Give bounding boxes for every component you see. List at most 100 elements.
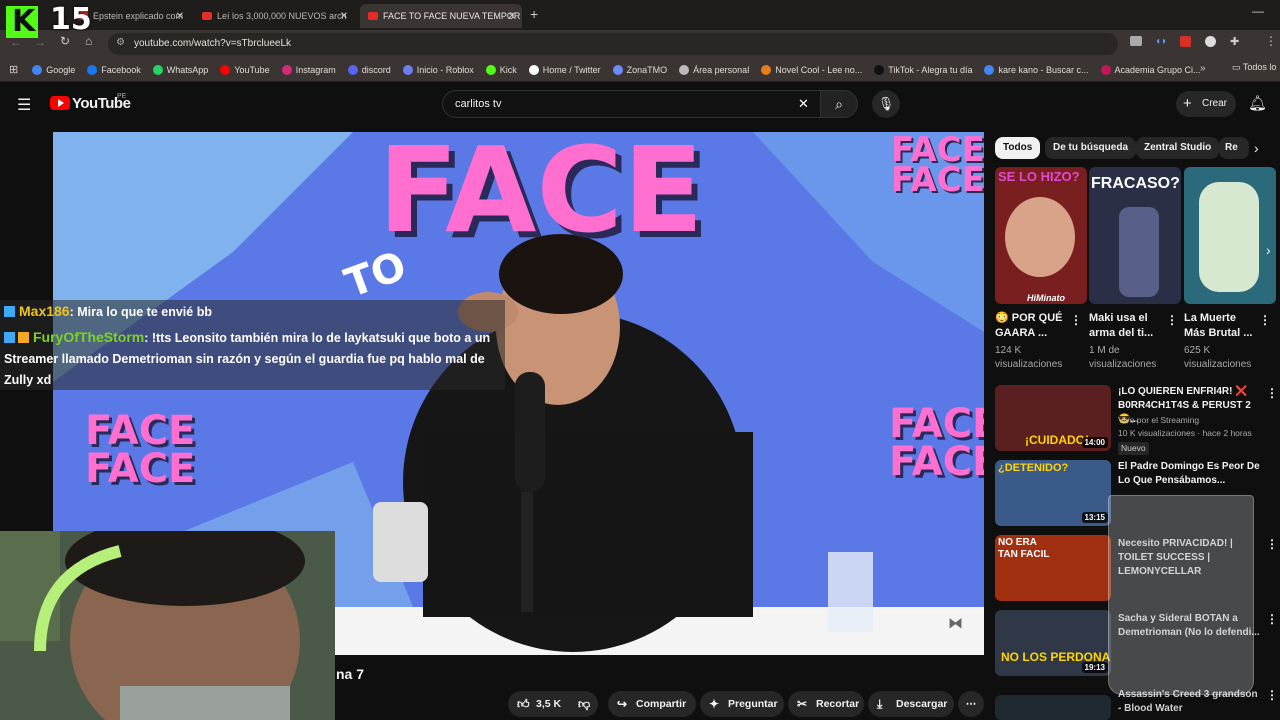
video-menu-icon[interactable]: ⋮ — [1266, 612, 1278, 626]
chips-next-chevron-icon[interactable]: › — [1254, 140, 1259, 156]
streamer-webcam — [0, 531, 335, 720]
like-count[interactable]: 3,5 K — [536, 698, 561, 710]
bookmark-item[interactable]: Inicio - Roblox — [402, 64, 474, 75]
share-icon: ↪ — [617, 697, 628, 711]
bookmark-item[interactable]: ZonaTMO — [612, 64, 667, 75]
search-input[interactable]: carlitos tv ✕ — [442, 90, 822, 118]
close-tab-icon[interactable]: ✕ — [340, 11, 348, 22]
apps-grid-icon[interactable]: ⊞ — [9, 63, 18, 76]
bookmark-item[interactable]: Kick — [485, 64, 517, 75]
thumbnail-text: NO ERA TAN FACIL — [998, 537, 1050, 560]
bookmark-label: Academia Grupo Ci... — [1114, 64, 1201, 75]
bookmark-item[interactable]: Área personal — [679, 64, 749, 75]
video-thumbnail[interactable]: NO LOS PERDONA 19:13 — [995, 610, 1111, 676]
site-info-icon[interactable]: ⚙ — [116, 37, 125, 48]
video-duration: 14:00 — [1081, 437, 1108, 448]
menu-icon[interactable]: ⋮ — [1265, 34, 1277, 48]
all-bookmarks-folder[interactable]: ▭ Todos lo — [1232, 62, 1276, 73]
bookmark-favicon-icon — [984, 64, 995, 75]
bookmark-item[interactable]: Novel Cool - Lee no... — [761, 64, 863, 75]
chip-channel[interactable]: Zentral Studio — [1136, 137, 1220, 159]
short-menu-icon[interactable]: ⋮ — [1259, 313, 1271, 327]
create-button[interactable]: + Crear — [1176, 91, 1236, 117]
voice-search-button[interactable]: 🎙︎ — [872, 90, 900, 118]
bookmark-label: YouTube — [234, 64, 270, 75]
chat-message: Max186: Mira lo que te envié bb — [4, 301, 212, 323]
clip-button[interactable]: ✂ Recortar — [788, 691, 864, 717]
close-tab-icon[interactable]: ✕ — [176, 11, 184, 22]
video-menu-icon[interactable]: ⋮ — [1266, 688, 1278, 702]
search-button[interactable]: ⌕ — [820, 90, 858, 118]
extensions-puzzle-icon[interactable]: ✚ — [1230, 35, 1239, 48]
video-thumbnail[interactable]: NO ERA TAN FACIL — [995, 535, 1111, 601]
short-thumbnail[interactable]: FRACASO? — [1089, 167, 1181, 304]
close-tab-icon[interactable]: ✕ — [508, 11, 516, 22]
video-menu-icon[interactable]: ⋮ — [1266, 386, 1278, 400]
short-menu-icon[interactable]: ⋮ — [1070, 313, 1082, 327]
browser-tab[interactable]: Leí los 3,000,000 NUEVOS arch ✕ — [194, 4, 354, 28]
browser-tab-active[interactable]: FACE TO FACE NUEVA TEMPOR ✕ — [360, 4, 522, 28]
short-title[interactable]: 😳 POR QUÉ GAARA ... — [995, 311, 1070, 341]
bookmark-item[interactable]: Home / Twitter — [528, 64, 601, 75]
bookmark-item[interactable]: TikTok - Alegra tu día — [874, 64, 972, 75]
bookmark-label: Novel Cool - Lee no... — [775, 64, 863, 75]
share-button[interactable]: ↪ Compartir — [608, 691, 696, 717]
chip-from-search[interactable]: De tu búsqueda — [1045, 137, 1137, 159]
bookmark-item[interactable]: discord — [347, 64, 391, 75]
bookmark-label: Inicio - Roblox — [416, 64, 474, 75]
bookmarks-bar: ⊞ Google Facebook WhatsApp YouTube Instagram… — [0, 58, 1280, 82]
like-icon[interactable]: 👍︎ — [517, 691, 530, 717]
shorts-next-chevron-icon[interactable]: › — [1266, 242, 1271, 258]
bookmark-item[interactable]: WhatsApp — [152, 64, 208, 75]
youtube-logo-icon[interactable] — [50, 96, 70, 110]
more-bookmarks-icon[interactable]: » — [1200, 63, 1206, 74]
download-button[interactable]: ⤓ Descargar — [868, 691, 954, 717]
bookmark-item[interactable]: Google — [32, 64, 75, 75]
short-thumbnail[interactable] — [1184, 167, 1276, 304]
bookmark-label: kare kano - Buscar c... — [998, 64, 1089, 75]
bookmark-item[interactable]: Instagram — [281, 64, 336, 75]
bookmark-favicon-icon — [347, 64, 358, 75]
thumbnail-figure — [1119, 207, 1159, 297]
bookmark-item[interactable]: Facebook — [87, 64, 141, 75]
side-logo-bottom: FACE — [889, 439, 984, 485]
clear-search-icon[interactable]: ✕ — [798, 96, 809, 112]
bookmark-item[interactable]: kare kano - Buscar c... — [984, 64, 1089, 75]
ask-label: Preguntar — [728, 698, 778, 710]
thumbnail-figure — [1199, 182, 1259, 292]
bookmark-item[interactable]: YouTube — [220, 64, 270, 75]
short-title[interactable]: Maki usa el arma del ti... — [1089, 311, 1164, 341]
bookmark-item[interactable]: Academia Grupo Ci... — [1100, 64, 1201, 75]
short-thumbnail[interactable]: SE LO HIZO? HiMinato — [995, 167, 1087, 304]
video-thumbnail[interactable]: ¿DETENIDO? 13:15 — [995, 460, 1111, 526]
extension-icon[interactable]: ◖◗ — [1155, 36, 1167, 47]
video-thumbnail[interactable]: ¡CUIDADO! 14:00 — [995, 385, 1111, 451]
notifications-bell-icon[interactable]: 🔔︎ — [1248, 94, 1267, 112]
chip-related[interactable]: Re — [1219, 137, 1249, 159]
url-bar[interactable]: ⚙ youtube.com/watch?v=sTbrclueeLk — [108, 33, 1118, 55]
hamburger-menu-icon[interactable]: ☰ — [17, 95, 31, 115]
ask-button[interactable]: ✦ Preguntar — [700, 691, 784, 717]
window-minimize-icon[interactable]: — — [1252, 4, 1264, 18]
video-thumbnail[interactable] — [995, 695, 1111, 720]
extension-icon[interactable] — [1205, 36, 1216, 47]
short-title[interactable]: La Muerte Más Brutal ... — [1184, 311, 1259, 341]
short-views-label: visualizaciones — [995, 359, 1063, 370]
extension-icon[interactable] — [1130, 36, 1142, 46]
video-title[interactable]: El Padre Domingo Es Peor De Lo Que Pensá… — [1118, 460, 1262, 488]
bookmark-favicon-icon — [220, 64, 231, 75]
like-dislike-group: 👍︎ 3,5 K 👎︎ — [508, 691, 598, 717]
clip-label: Recortar — [816, 698, 860, 710]
short-menu-icon[interactable]: ⋮ — [1166, 313, 1178, 327]
dislike-icon[interactable]: 👎︎ — [578, 691, 590, 717]
extension-icon[interactable] — [1180, 36, 1191, 47]
channel-name[interactable]: Vivo por el Streaming — [1118, 414, 1199, 427]
bookmark-favicon-icon — [528, 64, 539, 75]
chip-all[interactable]: Todos — [995, 137, 1041, 159]
browser-tab-bar: Epstein explicado com ✕ Leí los 3,000,00… — [0, 0, 1280, 30]
bookmark-label: Facebook — [101, 64, 141, 75]
more-actions-button[interactable]: ⋯ — [958, 691, 984, 717]
new-tab-button[interactable]: + — [530, 6, 538, 22]
microphone-icon: 🎙︎ — [877, 96, 895, 111]
video-menu-icon[interactable]: ⋮ — [1266, 537, 1278, 551]
